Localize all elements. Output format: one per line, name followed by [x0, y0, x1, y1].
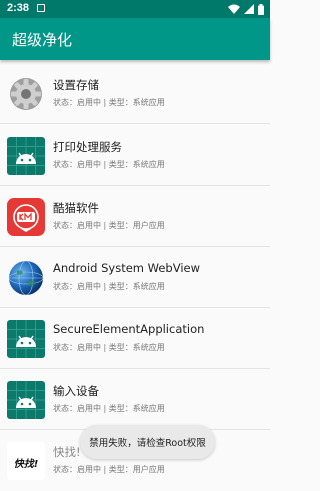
divider: [0, 185, 270, 186]
km-logo-icon: [7, 198, 45, 236]
app-name: Android System WebView: [53, 261, 201, 275]
status-time: 2:38: [7, 2, 30, 14]
divider: [0, 307, 270, 308]
app-name: 输入设备: [53, 384, 99, 398]
app-status: 状态：启用中 | 类型：系统应用: [53, 160, 165, 169]
divider: [0, 368, 270, 369]
app-status: 状态：启用中 | 类型：用户应用: [53, 221, 165, 230]
app-list-item[interactable]: 输入设备 状态：启用中 | 类型：系统应用: [0, 370, 270, 430]
app-status: 状态：启用中 | 类型：用户应用: [53, 465, 165, 474]
app-status: 状态：启用中 | 类型：系统应用: [53, 98, 165, 107]
app-name: 酷猫软件: [53, 201, 99, 215]
app-list-item[interactable]: 酷猫软件 状态：启用中 | 类型：用户应用: [0, 187, 270, 247]
divider: [0, 123, 270, 124]
app-name: SecureElementApplication: [53, 322, 205, 336]
app-list-item[interactable]: SecureElementApplication 状态：启用中 | 类型：系统应…: [0, 309, 270, 369]
divider: [0, 246, 270, 247]
app-status: 状态：启用中 | 类型：系统应用: [53, 282, 165, 291]
app-list-item[interactable]: 设置存储 状态：启用中 | 类型：系统应用: [0, 64, 270, 124]
globe-icon: [7, 259, 45, 297]
notification-icon: [37, 4, 45, 12]
settings-gear-icon: [7, 75, 45, 113]
app-name: 快找!: [53, 445, 81, 459]
app-title: 超级净化: [12, 31, 73, 49]
toast-message: 禁用失败，请检查Root权限: [80, 425, 215, 459]
app-list-item[interactable]: Android System WebView 状态：启用中 | 类型：系统应用: [0, 248, 270, 308]
wifi-icon: [228, 4, 240, 14]
android-robot-icon: [7, 320, 45, 358]
app-name: 设置存储: [53, 78, 99, 92]
app-list-item[interactable]: 打印处理服务 状态：启用中 | 类型：系统应用: [0, 126, 270, 186]
android-robot-icon: [7, 381, 45, 419]
battery-icon: [258, 3, 264, 15]
status-bar: 2:38: [0, 0, 270, 18]
app-status: 状态：启用中 | 类型：系统应用: [53, 404, 165, 413]
android-robot-icon: [7, 137, 45, 175]
kuaizhao-logo-icon: 快找!: [7, 442, 45, 480]
kuaizhao-logo-text: 快找!: [14, 458, 39, 470]
signal-icon: [244, 4, 254, 14]
app-status: 状态：启用中 | 类型：系统应用: [53, 343, 165, 352]
app-bar: 超级净化: [0, 18, 270, 60]
app-name: 打印处理服务: [53, 140, 122, 154]
